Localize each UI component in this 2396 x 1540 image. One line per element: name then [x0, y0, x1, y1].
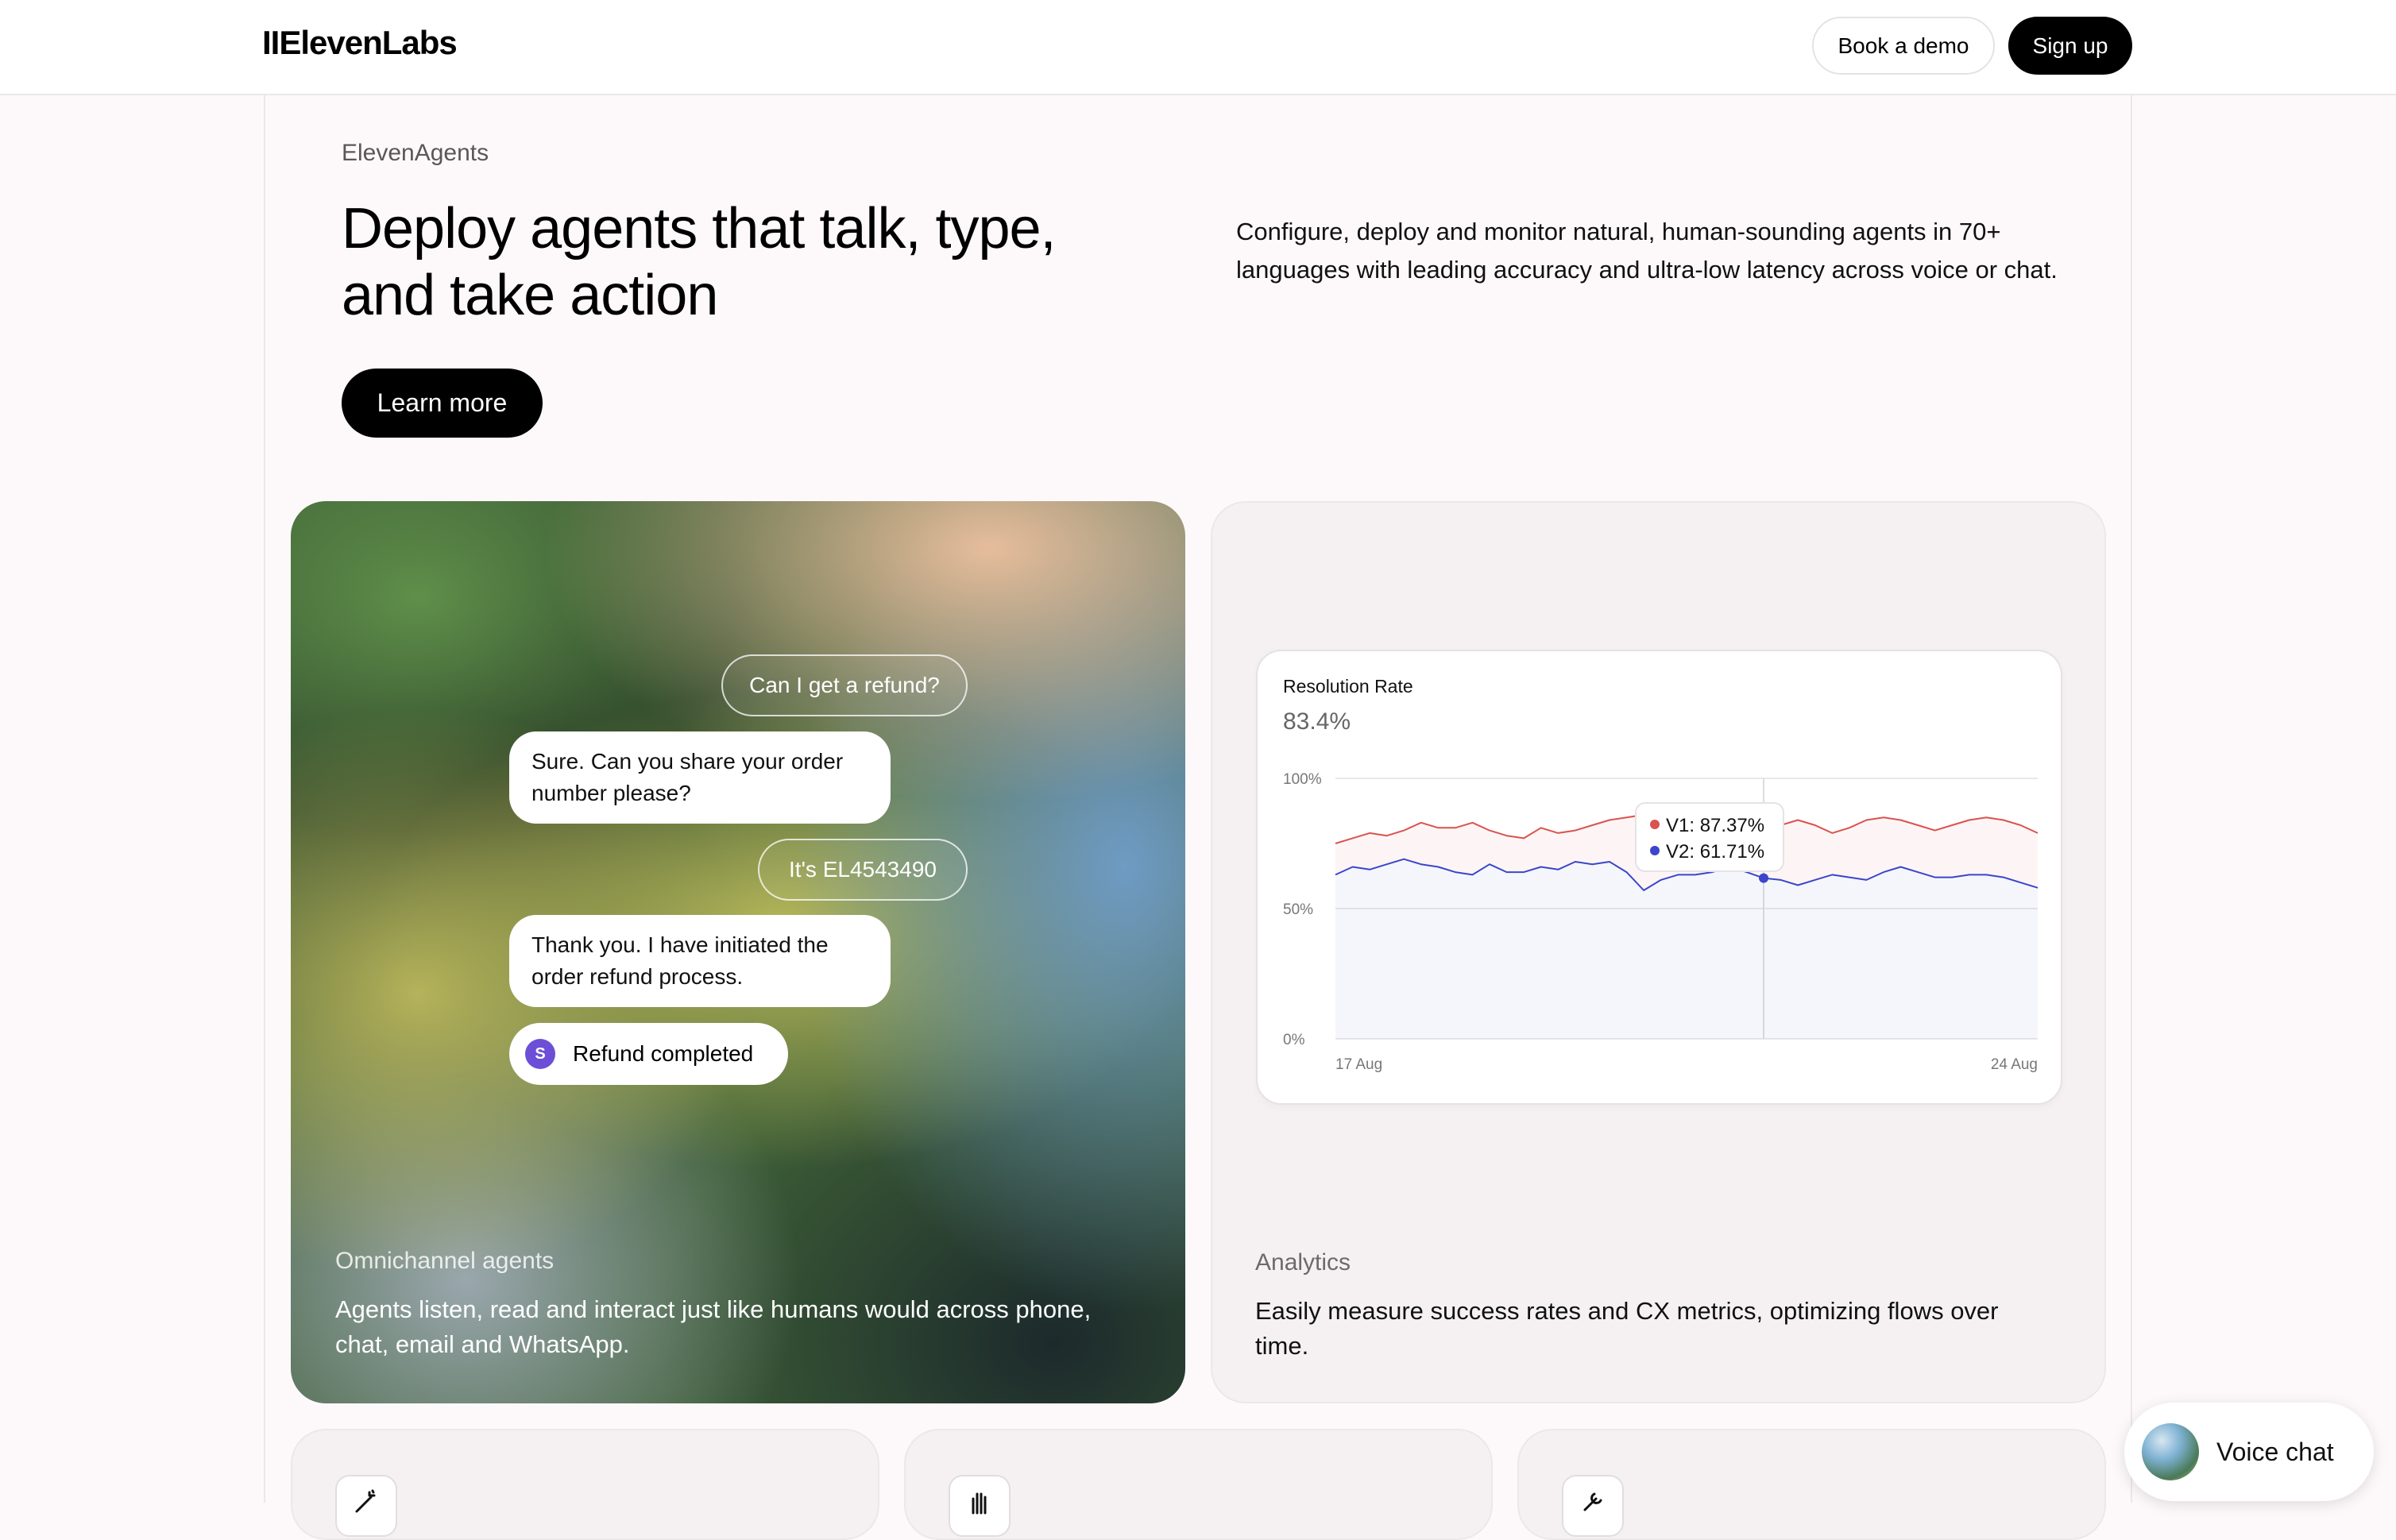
v2-highlight-point: [1759, 873, 1769, 883]
elevenlabs-logo[interactable]: IIElevenLabs: [262, 24, 458, 62]
chat-bubble-user: Can I get a refund?: [721, 654, 968, 716]
voice-chat-widget[interactable]: Voice chat: [2124, 1403, 2374, 1501]
x-tick-label: 17 Aug: [1335, 1056, 1382, 1073]
analytics-label: Analytics: [1255, 1249, 1351, 1276]
tool-icon: [1562, 1475, 1624, 1537]
analytics-card: Resolution Rate 83.4% 100% 50% 0% 17 Aug 24 …: [1211, 501, 2106, 1403]
feature-card-1[interactable]: [291, 1429, 879, 1540]
book-demo-button[interactable]: Book a demo: [1812, 17, 1995, 75]
status-s-icon: S: [525, 1039, 555, 1069]
omnichannel-card: Can I get a refund? Sure. Can you share …: [291, 501, 1185, 1403]
feature-card-2[interactable]: [904, 1429, 1493, 1540]
y-tick-label: 50%: [1283, 901, 1313, 918]
hero-description: Configure, deploy and monitor natural, h…: [1236, 218, 2058, 284]
tooltip-v1-text: V1: 87.37%: [1666, 815, 1764, 836]
resolution-rate-chart-card: Resolution Rate 83.4% 100% 50% 0% 17 Aug 24 …: [1256, 650, 2062, 1105]
learn-more-button[interactable]: Learn more: [342, 369, 543, 438]
chart-tooltip: V1: 87.37% V2: 61.71%: [1635, 802, 1784, 872]
wand-icon: [335, 1475, 397, 1537]
status-text: Refund completed: [573, 1041, 754, 1066]
y-tick-label: 0%: [1283, 1032, 1305, 1048]
v2-area: [1335, 859, 2038, 1039]
x-tick-label: 24 Aug: [1991, 1056, 2038, 1073]
tooltip-v1-dot: [1650, 820, 1660, 829]
analytics-text: Easily measure success rates and CX metr…: [1255, 1297, 1999, 1360]
hand-icon: [949, 1475, 1011, 1537]
tooltip-v2-text: V2: 61.71%: [1666, 841, 1764, 863]
chat-bubble-agent: Thank you. I have initiated the order re…: [509, 915, 891, 1007]
tooltip-v2-dot: [1650, 846, 1660, 855]
hero-headline: Deploy agents that talk, type, and take …: [342, 197, 1057, 327]
chart-subtitle-value: 83.4%: [1283, 708, 1351, 735]
site-header: IIElevenLabs Book a demo Sign up: [0, 0, 2396, 95]
chat-bubble-user: It's EL4543490: [758, 839, 968, 901]
sign-up-button[interactable]: Sign up: [2008, 17, 2132, 75]
refund-status-pill: S Refund completed: [509, 1023, 788, 1085]
omnichannel-label: Omnichannel agents: [335, 1248, 555, 1274]
chart-title: Resolution Rate: [1283, 676, 1413, 697]
voice-chat-label[interactable]: Voice chat: [2216, 1438, 2334, 1467]
section-eyebrow: ElevenAgents: [342, 140, 489, 166]
voice-orb-icon[interactable]: [2142, 1423, 2199, 1480]
omnichannel-text: Agents listen, read and interact just li…: [335, 1295, 1092, 1358]
chat-bubble-agent: Sure. Can you share your order number pl…: [509, 731, 891, 824]
feature-card-3[interactable]: [1517, 1429, 2106, 1540]
y-tick-label: 100%: [1283, 771, 1322, 788]
resolution-rate-chart: Resolution Rate 83.4% 100% 50% 0% 17 Aug 24 …: [1283, 676, 2039, 1073]
